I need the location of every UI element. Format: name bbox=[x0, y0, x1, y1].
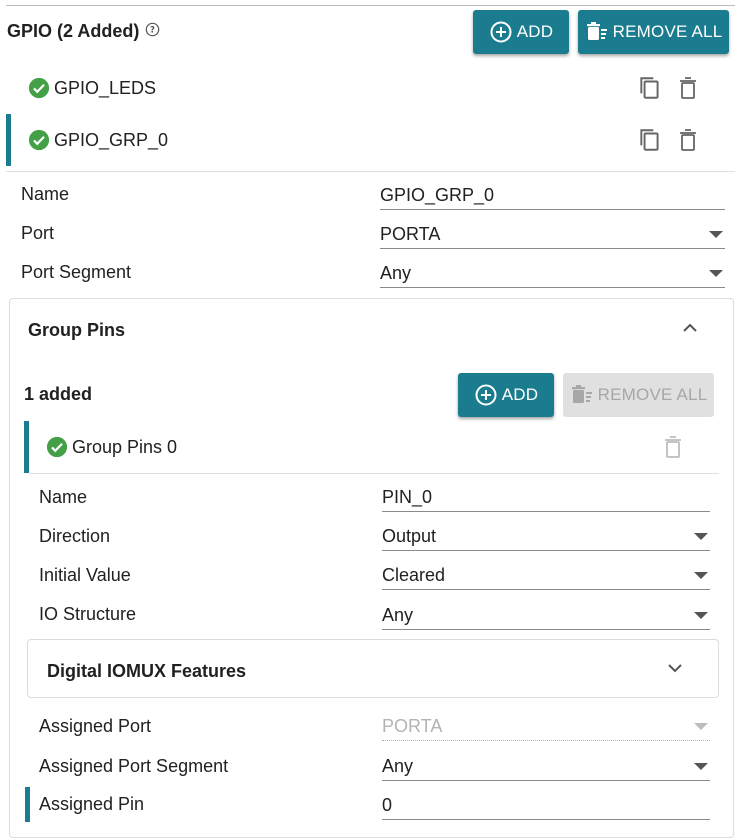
group-pins-title: Group Pins bbox=[28, 320, 126, 340]
svg-text:?: ? bbox=[150, 25, 155, 35]
chevron-up-icon[interactable] bbox=[680, 318, 700, 338]
add-circle-icon bbox=[490, 21, 512, 43]
name-input[interactable]: GPIO_GRP_0 bbox=[380, 183, 725, 210]
iomux-title: Digital IOMUX Features bbox=[47, 661, 247, 681]
gpio-title-text: GPIO (2 Added) bbox=[7, 21, 140, 41]
assigned-pin-input-value: 0 bbox=[382, 795, 393, 815]
group-pins-add-button[interactable]: ADD bbox=[458, 373, 554, 417]
add-button-label: ADD bbox=[516, 22, 554, 41]
delete-sweep-icon bbox=[586, 22, 607, 40]
list-item[interactable]: GPIO_LEDS bbox=[6, 64, 726, 112]
add-circle-icon bbox=[475, 384, 497, 406]
assigned-port-segment-label: Assigned Port Segment bbox=[39, 756, 229, 776]
direction-label: Direction bbox=[39, 526, 111, 546]
assigned-pin-input[interactable]: 0 bbox=[382, 793, 710, 820]
check-circle-icon bbox=[28, 77, 50, 99]
pin-name-input-value: PIN_0 bbox=[382, 487, 433, 507]
io-structure-select-value: Any bbox=[382, 605, 414, 625]
remove-all-button-label: REMOVE ALL bbox=[612, 22, 723, 41]
port-select-value: PORTA bbox=[380, 224, 441, 244]
chevron-down-icon[interactable] bbox=[665, 658, 685, 678]
copy-icon[interactable] bbox=[637, 75, 663, 101]
assigned-port-label: Assigned Port bbox=[39, 716, 152, 736]
delete-icon[interactable] bbox=[677, 75, 699, 101]
initial-value-select-value: Cleared bbox=[382, 565, 446, 585]
pin-name-label: Name bbox=[39, 487, 88, 507]
io-structure-select[interactable]: Any bbox=[382, 603, 710, 630]
chevron-down-icon bbox=[709, 270, 723, 277]
check-circle-icon bbox=[28, 129, 50, 151]
assigned-port-segment-select-value: Any bbox=[382, 756, 414, 776]
direction-select[interactable]: Output bbox=[382, 524, 710, 551]
delete-icon[interactable] bbox=[662, 434, 684, 460]
remove-all-button[interactable]: REMOVE ALL bbox=[578, 10, 729, 54]
pin-name-input[interactable]: PIN_0 bbox=[382, 485, 710, 512]
assigned-pin-label: Assigned Pin bbox=[39, 794, 145, 814]
assigned-port-select-value: PORTA bbox=[382, 716, 443, 736]
group-pins-remove-all-button[interactable]: REMOVE ALL bbox=[563, 373, 714, 417]
chevron-down-icon bbox=[709, 231, 723, 238]
port-select[interactable]: PORTA bbox=[380, 222, 725, 249]
port-segment-label: Port Segment bbox=[21, 262, 132, 282]
chevron-down-icon bbox=[694, 763, 708, 770]
group-pin-item-label: Group Pins 0 bbox=[72, 437, 178, 457]
group-pins-add-label: ADD bbox=[501, 385, 539, 404]
name-label: Name bbox=[21, 184, 70, 204]
port-label: Port bbox=[21, 223, 55, 243]
add-button[interactable]: ADD bbox=[473, 10, 569, 54]
help-icon[interactable]: ? bbox=[145, 21, 160, 42]
delete-icon[interactable] bbox=[677, 127, 699, 153]
chevron-down-icon bbox=[694, 723, 708, 730]
group-pin-divider bbox=[29, 473, 719, 474]
list-item[interactable]: GPIO_GRP_0 bbox=[6, 116, 726, 164]
field-indicator bbox=[25, 787, 30, 822]
port-segment-select-value: Any bbox=[380, 263, 412, 283]
chevron-down-icon bbox=[694, 612, 708, 619]
gpio-section-title: GPIO (2 Added) ? bbox=[7, 21, 160, 42]
list-item-label: GPIO_LEDS bbox=[54, 78, 157, 98]
top-divider bbox=[6, 5, 735, 6]
copy-icon[interactable] bbox=[637, 127, 663, 153]
chevron-down-icon bbox=[694, 572, 708, 579]
io-structure-label: IO Structure bbox=[39, 604, 137, 624]
port-segment-select[interactable]: Any bbox=[380, 261, 725, 288]
list-divider bbox=[6, 171, 735, 172]
list-item-label: GPIO_GRP_0 bbox=[54, 130, 169, 150]
chevron-down-icon bbox=[694, 533, 708, 540]
group-pins-count: 1 added bbox=[24, 384, 93, 404]
group-pins-remove-all-label: REMOVE ALL bbox=[597, 385, 708, 404]
assigned-port-segment-select[interactable]: Any bbox=[382, 754, 710, 781]
name-input-value: GPIO_GRP_0 bbox=[380, 185, 495, 205]
initial-value-select[interactable]: Cleared bbox=[382, 563, 710, 590]
initial-value-label: Initial Value bbox=[39, 565, 131, 585]
direction-select-value: Output bbox=[382, 526, 437, 546]
check-circle-icon bbox=[46, 436, 68, 458]
assigned-port-select: PORTA bbox=[382, 714, 710, 741]
group-pin-item[interactable]: Group Pins 0 bbox=[29, 422, 719, 472]
delete-sweep-icon bbox=[571, 385, 592, 403]
